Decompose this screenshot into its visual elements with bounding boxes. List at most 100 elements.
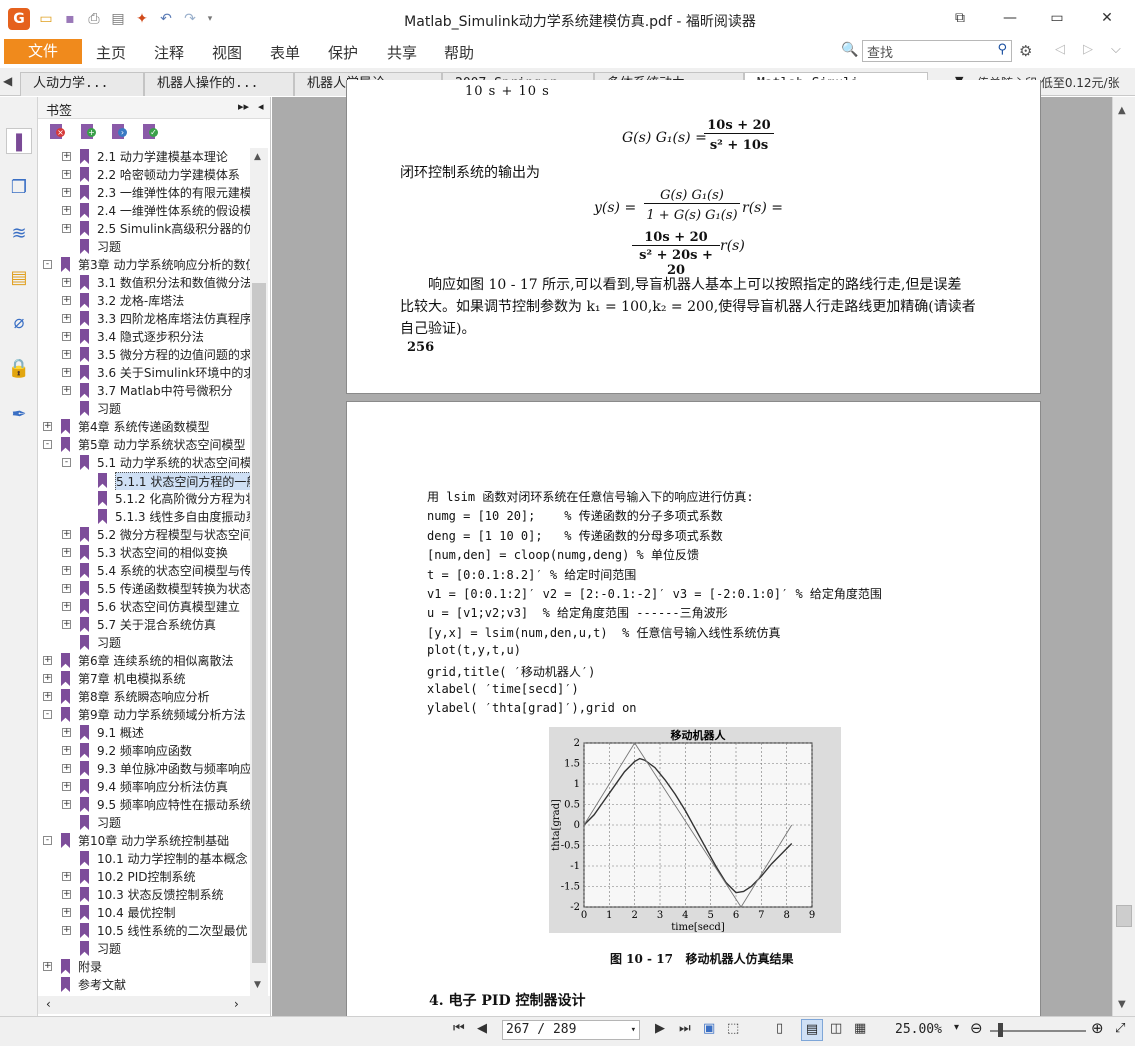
attachment-icon[interactable]: ⌀: [6, 310, 32, 336]
signature-icon[interactable]: ✒: [6, 402, 32, 428]
bookmark-item[interactable]: +9.4 频率响应分析法仿真: [38, 778, 250, 796]
maximize-button[interactable]: ▭: [1042, 8, 1072, 28]
bookmark-item[interactable]: 5.1.2 化高阶微分方程为状: [38, 490, 250, 508]
go-to-bookmark-icon[interactable]: ›: [112, 124, 127, 139]
document-scrollbar[interactable]: ▲ ▼: [1112, 97, 1135, 1016]
page-view-icon[interactable]: ▣: [703, 1021, 715, 1036]
bookmark-item[interactable]: 习题: [38, 634, 250, 652]
bookmark-item[interactable]: 5.1.1 状态空间方程的一般: [38, 472, 250, 490]
zoom-slider-handle[interactable]: [998, 1023, 1003, 1037]
bookmark-item[interactable]: +5.5 传递函数模型转换为状态: [38, 580, 250, 598]
bookmark-item[interactable]: +3.3 四阶龙格库塔法仿真程序: [38, 310, 250, 328]
expand-toggle-icon[interactable]: +: [62, 764, 71, 773]
bookmark-item[interactable]: +10.4 最优控制: [38, 904, 250, 922]
expand-toggle-icon[interactable]: +: [62, 746, 71, 755]
scroll-right-icon[interactable]: ›: [234, 997, 239, 1011]
expand-toggle-icon[interactable]: +: [43, 674, 52, 683]
bookmark-item[interactable]: 习题: [38, 400, 250, 418]
menu-help[interactable]: 帮助: [444, 42, 474, 63]
single-page-icon[interactable]: ▯: [776, 1021, 783, 1036]
gear-icon[interactable]: ⚙: [1019, 42, 1032, 60]
save-icon[interactable]: ▪: [62, 11, 78, 27]
bookmark-panel-icon[interactable]: ❚: [6, 128, 32, 154]
menu-share[interactable]: 共享: [387, 42, 417, 63]
expand-toggle-icon[interactable]: +: [62, 206, 71, 215]
pages-thumbnail-icon[interactable]: ❐: [6, 175, 32, 201]
bookmark-item[interactable]: + 第6章 连续系统的相似离散法: [38, 652, 250, 670]
redo-icon[interactable]: ↷: [182, 11, 198, 27]
bookmark-item[interactable]: +5.7 关于混合系统仿真: [38, 616, 250, 634]
expand-toggle-icon[interactable]: +: [43, 656, 52, 665]
bookmark-item[interactable]: +5.4 系统的状态空间模型与传: [38, 562, 250, 580]
bookmark-item[interactable]: +10.2 PID控制系统: [38, 868, 250, 886]
app-logo-icon[interactable]: G: [8, 8, 30, 30]
zoom-level[interactable]: 25.00%: [895, 1022, 942, 1037]
search-icon[interactable]: ⚲: [997, 42, 1007, 57]
bookmark-item[interactable]: + 第8章 系统瞬态响应分析: [38, 688, 250, 706]
expand-toggle-icon[interactable]: +: [62, 548, 71, 557]
undo-icon[interactable]: ↶: [158, 11, 174, 27]
new-icon[interactable]: ✦: [134, 11, 150, 27]
menu-file[interactable]: 文件: [4, 39, 82, 64]
bookmark-item[interactable]: +3.2 龙格-库塔法: [38, 292, 250, 310]
menu-form[interactable]: 表单: [270, 42, 300, 63]
collapse-toggle-icon[interactable]: -: [62, 458, 71, 467]
expand-toggle-icon[interactable]: +: [43, 692, 52, 701]
expand-toggle-icon[interactable]: +: [62, 890, 71, 899]
bookmark-item[interactable]: +9.5 频率响应特性在振动系统: [38, 796, 250, 814]
expand-toggle-icon[interactable]: +: [62, 350, 71, 359]
comments-icon[interactable]: ▤: [6, 265, 32, 291]
next-page-icon[interactable]: ▶: [655, 1021, 665, 1036]
bookmark-item[interactable]: +3.1 数值积分法和数值微分法: [38, 274, 250, 292]
bookmark-item[interactable]: +3.7 Matlab中符号微积分: [38, 382, 250, 400]
expand-toggle-icon[interactable]: +: [43, 422, 52, 431]
expand-toggle-icon[interactable]: +: [62, 152, 71, 161]
menu-home[interactable]: 主页: [96, 42, 126, 63]
expand-toggle-icon[interactable]: +: [62, 368, 71, 377]
expand-toggle-icon[interactable]: +: [62, 872, 71, 881]
find-folder-icon[interactable]: 🔍: [841, 42, 858, 58]
bookmark-item[interactable]: +10.3 状态反馈控制系统: [38, 886, 250, 904]
bookmark-item[interactable]: +9.3 单位脉冲函数与频率响应: [38, 760, 250, 778]
bookmark-item[interactable]: 10.1 动力学控制的基本概念: [38, 850, 250, 868]
expand-toggle-icon[interactable]: +: [62, 314, 71, 323]
bookmark-item[interactable]: + 附录: [38, 958, 250, 976]
expand-toggle-icon[interactable]: +: [62, 620, 71, 629]
bookmark-item[interactable]: +3.5 微分方程的边值问题的求: [38, 346, 250, 364]
expand-toggle-icon[interactable]: +: [62, 170, 71, 179]
bookmark-item[interactable]: 习题: [38, 238, 250, 256]
panel-collapse-icon[interactable]: ◂: [258, 100, 264, 113]
zoom-slider[interactable]: [990, 1030, 1086, 1032]
scroll-up-icon[interactable]: ▲: [1118, 105, 1126, 116]
bookmark-item[interactable]: - 第5章 动力学系统状态空间模型: [38, 436, 250, 454]
bookmark-item[interactable]: +2.2 哈密顿动力学建模体系: [38, 166, 250, 184]
fullscreen-icon[interactable]: ⧉: [945, 8, 975, 28]
collapse-toggle-icon[interactable]: -: [43, 440, 52, 449]
expand-toggle-icon[interactable]: +: [62, 530, 71, 539]
menu-comment[interactable]: 注释: [154, 42, 184, 63]
scrollbar-thumb[interactable]: [1116, 905, 1132, 927]
last-page-icon[interactable]: ⏭: [679, 1021, 691, 1036]
first-page-icon[interactable]: ⏮: [453, 1021, 465, 1036]
bookmark-scrollbar[interactable]: ▲ ▼: [250, 148, 268, 996]
bookmark-item[interactable]: + 第4章 系统传递函数模型: [38, 418, 250, 436]
scroll-down-icon[interactable]: ▼: [254, 980, 261, 990]
print-icon[interactable]: ⎙: [86, 11, 102, 27]
expand-toggle-icon[interactable]: +: [62, 782, 71, 791]
next-arrow-icon[interactable]: ▷: [1083, 42, 1093, 57]
expand-toggle-icon[interactable]: +: [62, 728, 71, 737]
expand-toggle-icon[interactable]: +: [62, 224, 71, 233]
previous-page-icon[interactable]: ◀: [477, 1021, 487, 1036]
minimize-button[interactable]: —: [995, 8, 1025, 28]
scroll-left-icon[interactable]: ‹: [46, 997, 51, 1011]
expand-toggle-icon[interactable]: +: [62, 926, 71, 935]
bookmark-item[interactable]: +3.4 隐式逐步积分法: [38, 328, 250, 346]
tab-document-1[interactable]: 人动力学...: [20, 72, 144, 96]
expand-toggle-icon[interactable]: +: [62, 584, 71, 593]
prev-arrow-icon[interactable]: ◁: [1055, 42, 1065, 57]
open-folder-icon[interactable]: ▭: [38, 11, 54, 27]
zoom-dropdown-icon[interactable]: ▾: [954, 1022, 959, 1033]
page-number-input[interactable]: 267 / 289 ▾: [502, 1020, 640, 1040]
zoom-out-icon[interactable]: ⊖: [970, 1019, 983, 1037]
bookmark-item[interactable]: 习题: [38, 940, 250, 958]
